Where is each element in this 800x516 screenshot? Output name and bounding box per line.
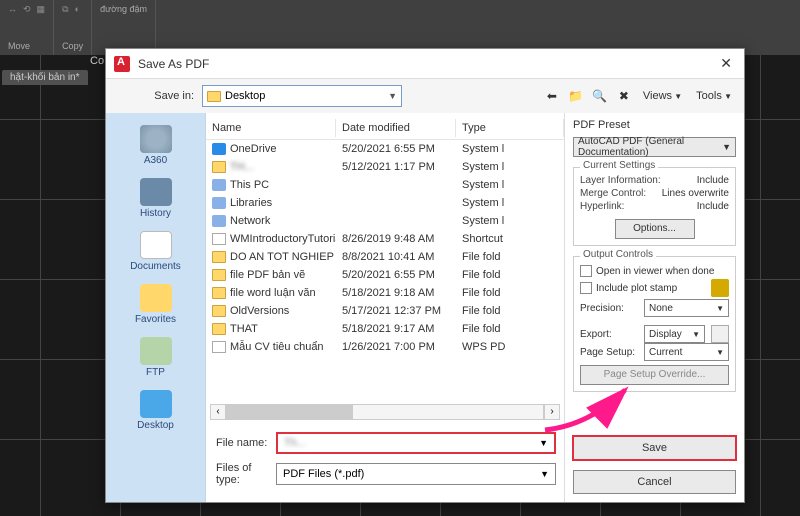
file-row[interactable]: LibrariesSystem l xyxy=(206,194,564,212)
save-in-dropdown[interactable]: Desktop ▼ xyxy=(202,85,402,107)
place-favorites[interactable]: Favorites xyxy=(111,280,201,329)
save-as-pdf-dialog: Save As PDF ✕ Save in: Desktop ▼ ⬅ 📁 🔍 ✖… xyxy=(105,48,745,503)
precision-dropdown[interactable]: None▼ xyxy=(644,299,729,317)
dialog-titlebar: Save As PDF ✕ xyxy=(106,49,744,79)
place-a360[interactable]: A360 xyxy=(111,121,201,170)
file-type-dropdown[interactable]: PDF Files (*.pdf)▼ xyxy=(276,463,556,485)
place-ftp[interactable]: FTP xyxy=(111,333,201,382)
file-row[interactable]: WMIntroductoryTutorial8/26/2019 9:48 AMS… xyxy=(206,230,564,248)
page-setup-override-button[interactable]: Page Setup Override... xyxy=(580,365,729,385)
place-desktop[interactable]: Desktop xyxy=(111,386,201,435)
pdf-options-panel: PDF Preset AutoCAD PDF (General Document… xyxy=(564,113,744,502)
file-name-label: File name: xyxy=(206,437,276,449)
dialog-title: Save As PDF xyxy=(138,57,716,71)
co-label: Co xyxy=(90,55,104,67)
up-icon[interactable]: 📁 xyxy=(567,87,585,105)
places-bar: A360 History Documents Favorites FTP Des… xyxy=(106,113,206,502)
options-button[interactable]: Options... xyxy=(615,219,695,239)
file-type-label: Files of type: xyxy=(206,462,276,486)
file-row[interactable]: NetworkSystem l xyxy=(206,212,564,230)
file-row[interactable]: OldVersions5/17/2021 12:37 PMFile fold xyxy=(206,302,564,320)
views-menu[interactable]: Views xyxy=(639,90,686,102)
export-dropdown[interactable]: Display▼ xyxy=(644,325,705,343)
file-row[interactable]: DO AN TOT NGHIEP8/8/2021 10:41 AMFile fo… xyxy=(206,248,564,266)
include-plot-stamp-checkbox[interactable]: Include plot stamp xyxy=(580,279,729,297)
close-button[interactable]: ✕ xyxy=(716,55,736,72)
file-row[interactable]: OneDrive5/20/2021 6:55 PMSystem l xyxy=(206,140,564,158)
save-in-label: Save in: xyxy=(114,90,194,102)
back-icon[interactable]: ⬅ xyxy=(543,87,561,105)
cancel-button[interactable]: Cancel xyxy=(573,470,736,494)
file-row[interactable]: file PDF bản vẽ5/20/2021 6:55 PMFile fol… xyxy=(206,266,564,284)
ribbon-toolbar: ↔⟲▦Move ⧉◐Copy đường đậm xyxy=(0,0,800,55)
file-row[interactable]: file word luận văn5/18/2021 9:18 AMFile … xyxy=(206,284,564,302)
export-config-icon[interactable] xyxy=(711,325,729,343)
file-name-input[interactable]: Th...▼ xyxy=(276,432,556,454)
place-documents[interactable]: Documents xyxy=(111,227,201,276)
file-list-header[interactable]: Name Date modified Type xyxy=(206,117,564,140)
horizontal-scrollbar[interactable]: ‹› xyxy=(206,400,564,424)
tools-menu[interactable]: Tools xyxy=(692,90,736,102)
place-history[interactable]: History xyxy=(111,174,201,223)
search-icon[interactable]: 🔍 xyxy=(591,87,609,105)
save-button[interactable]: Save xyxy=(573,436,736,460)
pdf-preset-dropdown[interactable]: AutoCAD PDF (General Documentation)▼ xyxy=(573,137,736,157)
file-row[interactable]: This PCSystem l xyxy=(206,176,564,194)
file-row[interactable]: Mẫu CV tiêu chuẩn1/26/2021 7:00 PMWPS PD xyxy=(206,338,564,356)
stamp-icon[interactable] xyxy=(711,279,729,297)
pdf-preset-label: PDF Preset xyxy=(573,119,736,131)
file-row[interactable]: TH...5/12/2021 1:17 PMSystem l xyxy=(206,158,564,176)
file-list[interactable]: Name Date modified Type OneDrive5/20/202… xyxy=(206,113,564,400)
save-in-row: Save in: Desktop ▼ ⬅ 📁 🔍 ✖ Views Tools xyxy=(106,79,744,113)
delete-icon[interactable]: ✖ xyxy=(615,87,633,105)
page-setup-dropdown[interactable]: Current▼ xyxy=(644,343,729,361)
file-row[interactable]: THAT5/18/2021 9:17 AMFile fold xyxy=(206,320,564,338)
current-settings-group: Current Settings Layer Information:Inclu… xyxy=(573,167,736,246)
open-in-viewer-checkbox[interactable]: Open in viewer when done xyxy=(580,265,729,277)
output-controls-group: Output Controls Open in viewer when done… xyxy=(573,256,736,392)
document-tab[interactable]: hật-khối bản in* xyxy=(2,70,88,85)
folder-icon xyxy=(207,91,221,102)
autocad-icon xyxy=(114,56,130,72)
